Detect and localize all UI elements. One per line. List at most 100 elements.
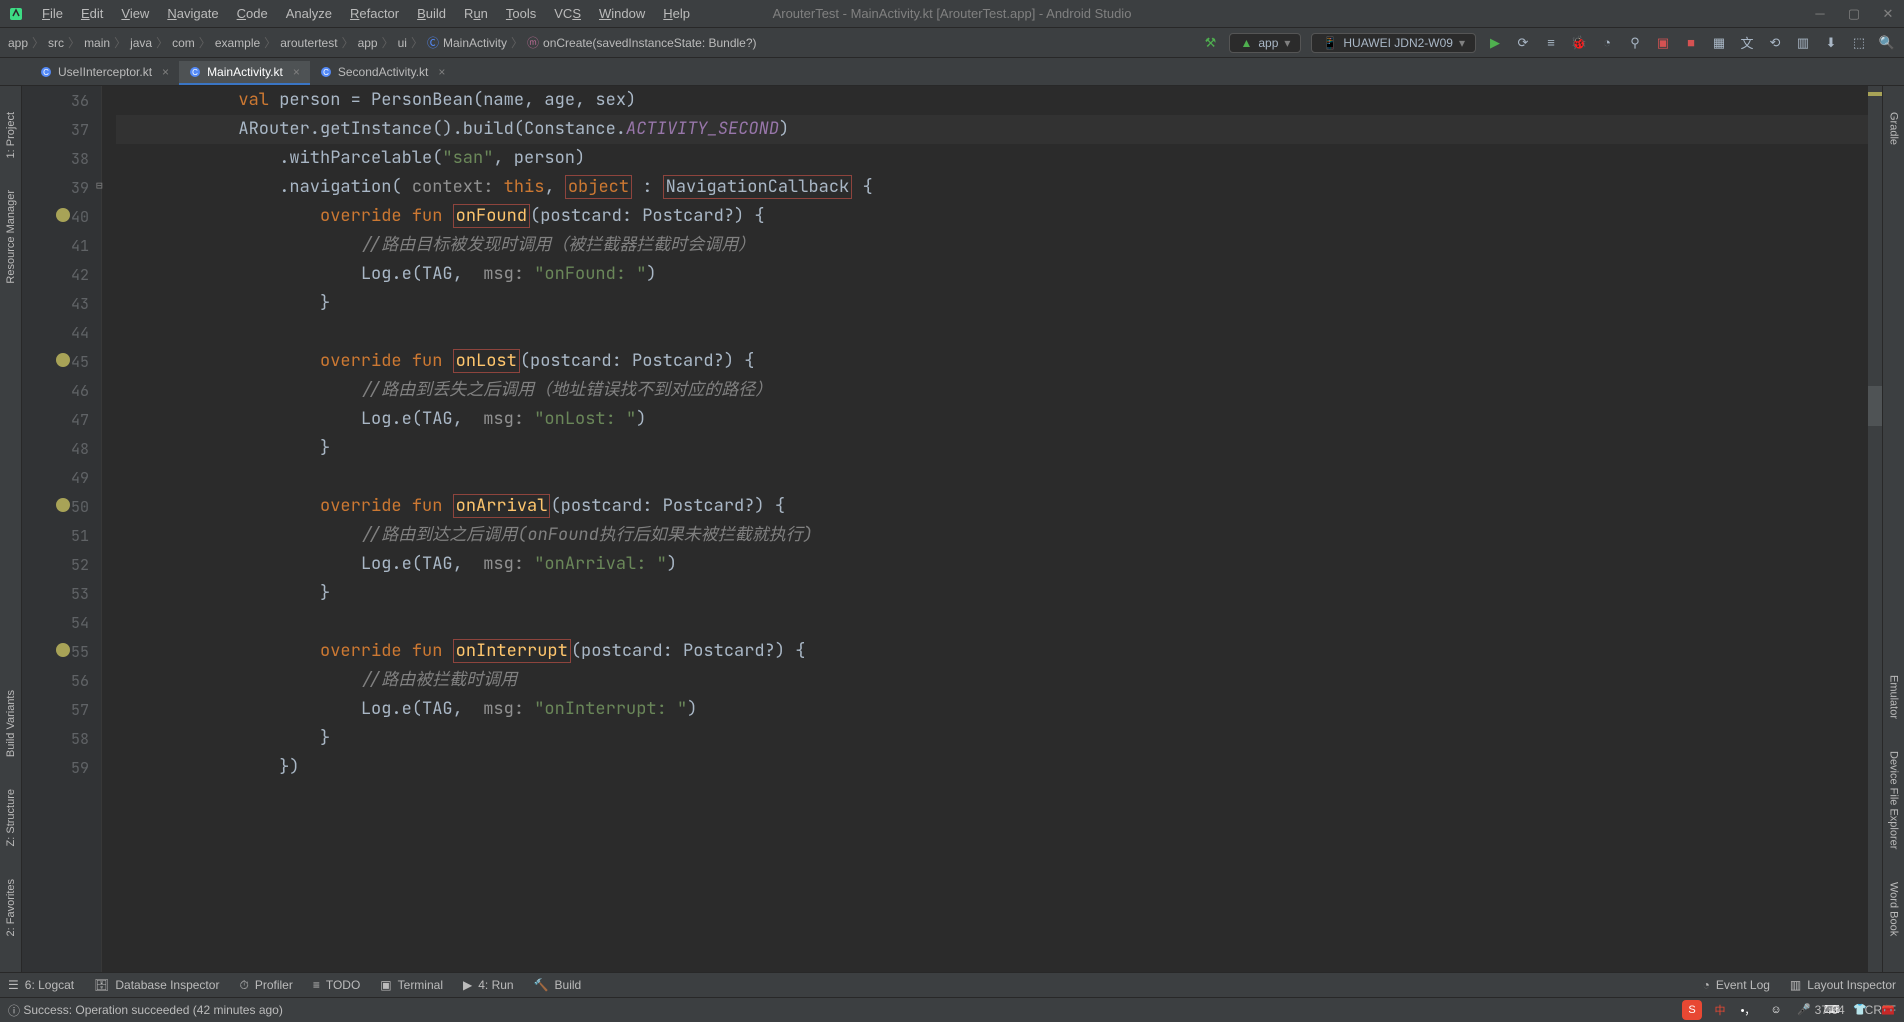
warning-icon[interactable] <box>56 498 70 512</box>
code-line: Log.e(TAG, msg: "onArrival: ") <box>116 550 1882 579</box>
warning-icon[interactable] <box>56 208 70 222</box>
warning-icon[interactable] <box>56 353 70 367</box>
hammer-icon[interactable]: ⚒ <box>1201 34 1219 52</box>
code-line: .navigation( context: this, object : Nav… <box>116 173 1882 202</box>
breadcrumb-item[interactable]: app <box>358 36 378 50</box>
menu-analyze[interactable]: Analyze <box>278 4 340 23</box>
ime-toolbox-icon[interactable]: 🧰 <box>1878 1000 1898 1020</box>
menu-file[interactable]: FFileile <box>34 4 71 23</box>
tool-gradle[interactable]: Gradle <box>1886 106 1902 151</box>
breadcrumb-item[interactable]: example <box>215 36 260 50</box>
tool-favorites[interactable]: 2: Favorites <box>3 873 19 942</box>
tool-logcat[interactable]: ☰ 6: Logcat <box>8 978 74 992</box>
ime-mic-icon[interactable]: 🎤 <box>1794 1000 1814 1020</box>
ime-emoji-icon[interactable]: ☺ <box>1766 1000 1786 1020</box>
unknown-icon[interactable]: ⬚ <box>1850 34 1868 52</box>
close-icon[interactable]: × <box>162 65 169 79</box>
sdk-manager-icon[interactable]: ⬇ <box>1822 34 1840 52</box>
breadcrumb-item[interactable]: main <box>84 36 110 50</box>
menu-refactor[interactable]: Refactor <box>342 4 407 23</box>
tab-mainactivity[interactable]: C MainActivity.kt × <box>179 61 310 85</box>
tool-run[interactable]: ▶ 4: Run <box>463 978 514 992</box>
maximize-button[interactable]: ▢ <box>1846 6 1862 22</box>
code-line: Log.e(TAG, msg: "onInterrupt: ") <box>116 695 1882 724</box>
menu-tools[interactable]: Tools <box>498 4 544 23</box>
translate-icon[interactable]: 文 <box>1738 34 1756 52</box>
gutter[interactable]: 36 37 38 39⊟ 40 41 42 43 44 45 46 47 48 … <box>22 86 102 972</box>
tab-useinterceptor[interactable]: C UseIInterceptor.kt × <box>30 61 179 85</box>
tool-emulator[interactable]: Emulator <box>1886 669 1902 725</box>
close-button[interactable]: ✕ <box>1880 6 1896 22</box>
sdk-icon[interactable]: ▥ <box>1794 34 1812 52</box>
code-content[interactable]: val person = PersonBean(name, age, sex) … <box>102 86 1882 972</box>
sync-icon[interactable]: ⟲ <box>1766 34 1784 52</box>
menu-run[interactable]: Run <box>456 4 496 23</box>
search-icon[interactable]: 🔍 <box>1878 34 1896 52</box>
breadcrumb-item[interactable]: aroutertest <box>280 36 337 50</box>
warning-icon[interactable] <box>56 643 70 657</box>
attach-debugger-icon[interactable]: ⚲ <box>1626 34 1644 52</box>
titlebar: FFileile Edit View Navigate Code Analyze… <box>0 0 1904 28</box>
ime-punct-icon[interactable]: •， <box>1738 1000 1758 1020</box>
breadcrumb-item[interactable]: onCreate(savedInstanceState: Bundle?) <box>543 36 756 50</box>
breadcrumb-item[interactable]: app <box>8 36 28 50</box>
breadcrumb-item[interactable]: com <box>172 36 195 50</box>
close-icon[interactable]: × <box>438 65 445 79</box>
breadcrumb-item[interactable]: ui <box>398 36 407 50</box>
tool-todo[interactable]: ≡ TODO <box>313 978 360 992</box>
code-line: } <box>116 724 1882 753</box>
menu-view[interactable]: View <box>113 4 157 23</box>
ime-skin-icon[interactable]: 👕 <box>1850 1000 1870 1020</box>
code-line: }) <box>116 753 1882 782</box>
tool-terminal[interactable]: ▣ Terminal <box>380 978 443 992</box>
minimize-button[interactable]: ─ <box>1812 6 1828 22</box>
run-configuration-selector[interactable]: ▲ app ▾ <box>1229 33 1301 53</box>
menu-help[interactable]: Help <box>655 4 698 23</box>
menu-navigate[interactable]: Navigate <box>159 4 226 23</box>
device-selector[interactable]: 📱 HUAWEI JDN2-W09 ▾ <box>1311 33 1476 53</box>
breadcrumb-item[interactable]: java <box>130 36 152 50</box>
avd-manager-icon[interactable]: ▦ <box>1710 34 1728 52</box>
tool-event-log[interactable]: ◔ Event Log <box>1703 978 1770 992</box>
stop-icon[interactable]: ■ <box>1682 34 1700 52</box>
tool-database-inspector[interactable]: 🗄 Database Inspector <box>94 978 219 992</box>
line-number: 53 <box>22 579 101 608</box>
ime-chinese-icon[interactable]: 中 <box>1710 1000 1730 1020</box>
menu-window[interactable]: Window <box>591 4 653 23</box>
ime-keyboard-icon[interactable]: ⌨ <box>1822 1000 1842 1020</box>
editor-scroll-track[interactable] <box>1868 86 1882 972</box>
tool-build[interactable]: 🔨 Build <box>534 978 582 992</box>
line-number: 36 <box>22 86 101 115</box>
code-line: } <box>116 289 1882 318</box>
tool-device-file-explorer[interactable]: Device File Explorer <box>1886 745 1902 855</box>
tool-project[interactable]: 1: Project <box>3 106 19 164</box>
coverage-icon[interactable]: ▣ <box>1654 34 1672 52</box>
tool-structure[interactable]: Z: Structure <box>3 783 19 852</box>
breadcrumb-item[interactable]: src <box>48 36 64 50</box>
code-editor[interactable]: 36 37 38 39⊟ 40 41 42 43 44 45 46 47 48 … <box>22 86 1882 972</box>
run-icon[interactable]: ▶ <box>1486 34 1504 52</box>
tool-resource-manager[interactable]: Resource Manager <box>3 184 19 290</box>
tool-word-book[interactable]: Word Book <box>1886 876 1902 942</box>
tab-secondactivity[interactable]: C SecondActivity.kt × <box>310 61 456 85</box>
menu-code[interactable]: Code <box>229 4 276 23</box>
debug-icon[interactable]: 🐞 <box>1570 34 1588 52</box>
tool-layout-inspector[interactable]: ▥ Layout Inspector <box>1790 978 1896 992</box>
tool-profiler[interactable]: ⏱ Profiler <box>239 978 292 993</box>
line-number: 59 <box>22 753 101 782</box>
apply-changes-icon[interactable]: ⟳ <box>1514 34 1532 52</box>
menu-edit[interactable]: Edit <box>73 4 111 23</box>
ime-sogou-icon[interactable]: S <box>1682 1000 1702 1020</box>
apply-code-icon[interactable]: ≡ <box>1542 34 1560 52</box>
code-line: } <box>116 434 1882 463</box>
profiler-icon[interactable]: ◔ <box>1598 34 1616 52</box>
breadcrumb-item[interactable]: MainActivity <box>443 36 507 50</box>
close-icon[interactable]: × <box>293 65 300 79</box>
line-number: 48 <box>22 434 101 463</box>
main-area: 1: Project Resource Manager Build Varian… <box>0 86 1904 972</box>
menu-build[interactable]: Build <box>409 4 454 23</box>
code-line: ARouter.getInstance().build(Constance.AC… <box>116 115 1882 144</box>
status-icon: ⓘ <box>8 1002 20 1019</box>
tool-build-variants[interactable]: Build Variants <box>3 684 19 763</box>
menu-vcs[interactable]: VCS <box>546 4 589 23</box>
